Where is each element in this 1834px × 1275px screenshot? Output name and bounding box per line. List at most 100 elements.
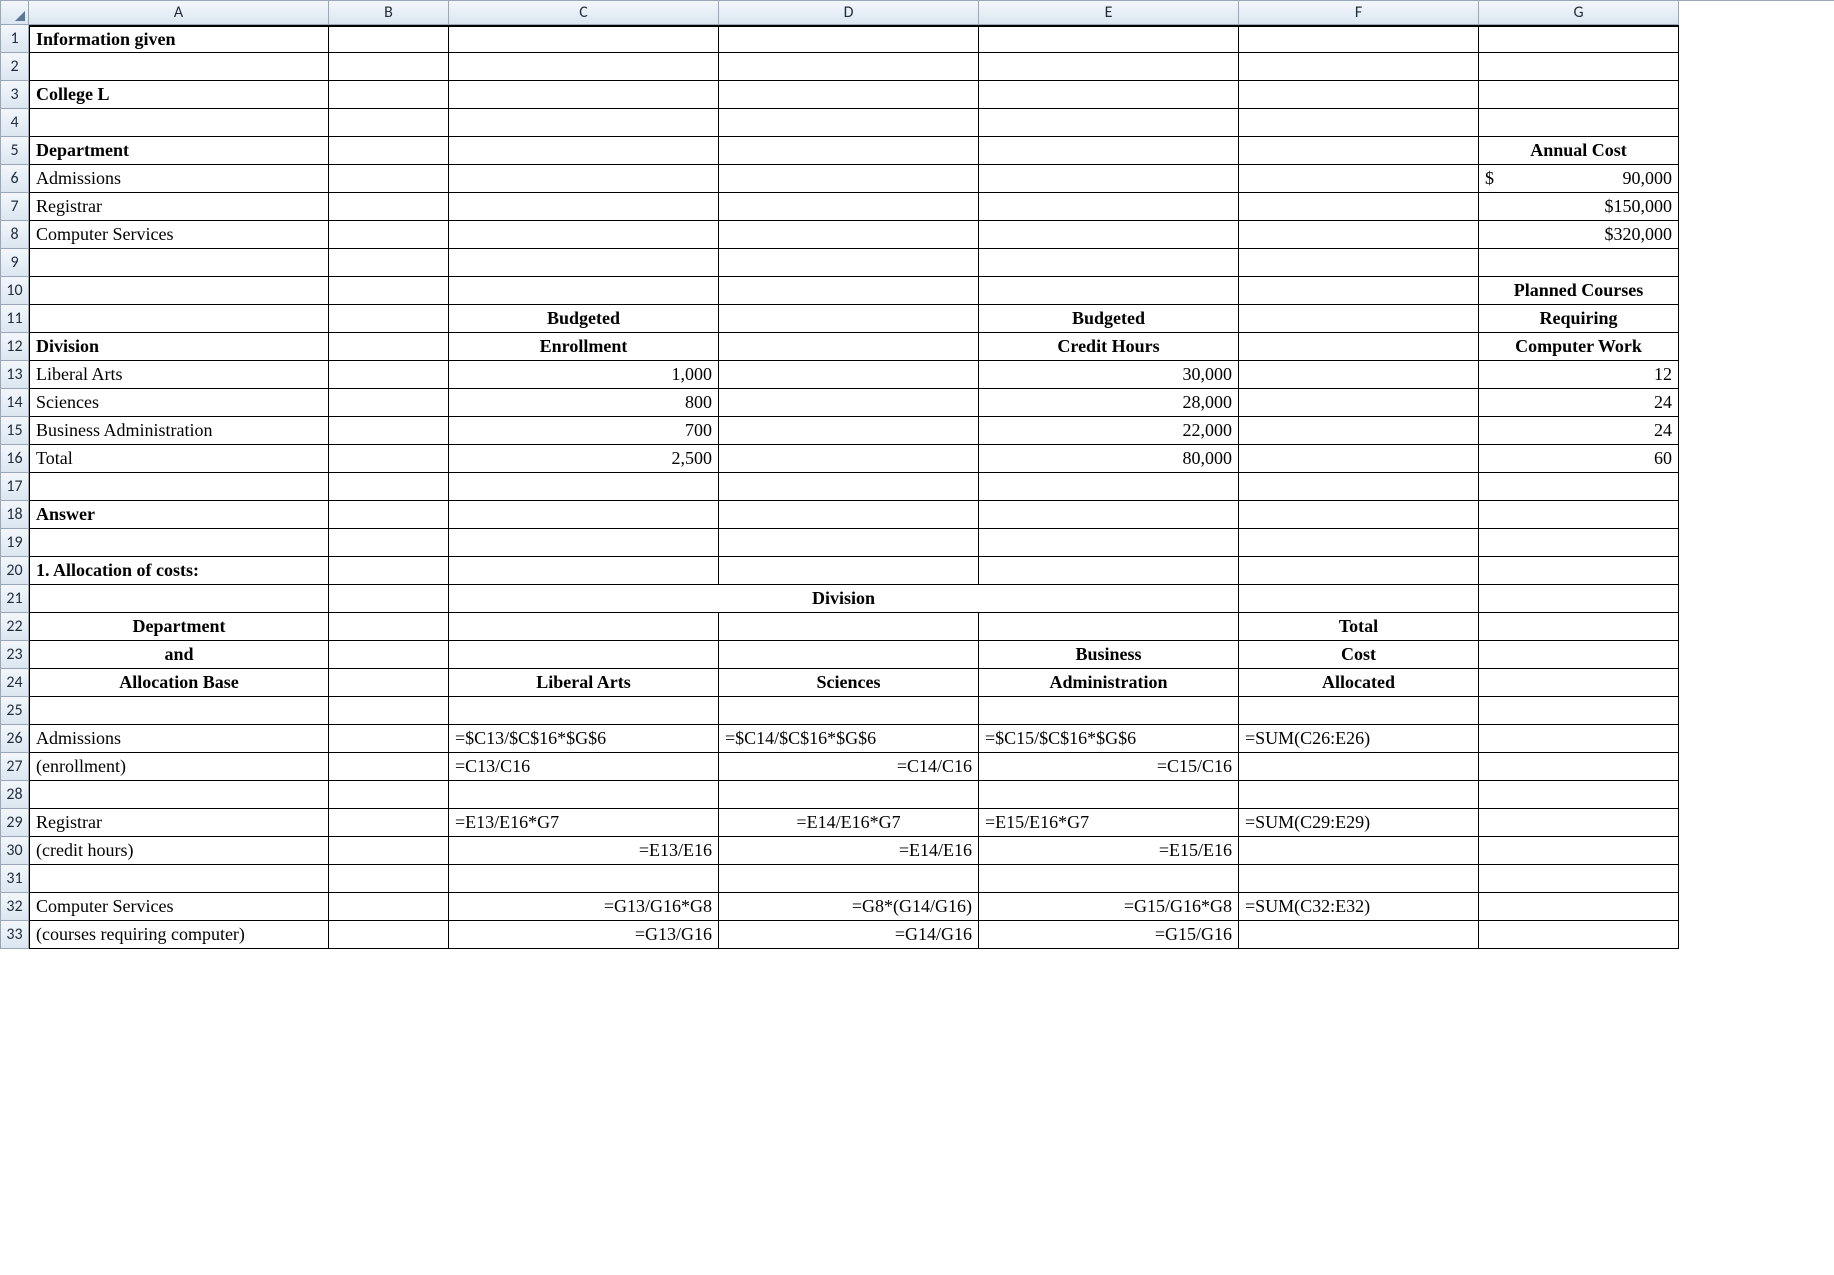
cell-A31[interactable] xyxy=(29,865,329,893)
row-header-27[interactable]: 27 xyxy=(1,753,29,781)
cell-C32[interactable]: =G13/G16*G8 xyxy=(449,893,719,921)
cell-C6[interactable] xyxy=(449,165,719,193)
cell-A10[interactable] xyxy=(29,277,329,305)
cell-A6[interactable]: Admissions xyxy=(29,165,329,193)
cell-F4[interactable] xyxy=(1239,109,1479,137)
cell-D24[interactable]: Sciences xyxy=(719,669,979,697)
cell-D10[interactable] xyxy=(719,277,979,305)
cell-B25[interactable] xyxy=(329,697,449,725)
cell-C9[interactable] xyxy=(449,249,719,277)
cell-F7[interactable] xyxy=(1239,193,1479,221)
cell-A13[interactable]: Liberal Arts xyxy=(29,361,329,389)
cell-G27[interactable] xyxy=(1479,753,1679,781)
cell-F19[interactable] xyxy=(1239,529,1479,557)
cell-F22[interactable]: Total xyxy=(1239,613,1479,641)
cell-A24[interactable]: Allocation Base xyxy=(29,669,329,697)
cell-F14[interactable] xyxy=(1239,389,1479,417)
cell-C15[interactable]: 700 xyxy=(449,417,719,445)
cell-G9[interactable] xyxy=(1479,249,1679,277)
cell-B29[interactable] xyxy=(329,809,449,837)
row-header-21[interactable]: 21 xyxy=(1,585,29,613)
row-header-33[interactable]: 33 xyxy=(1,921,29,949)
cell-G11[interactable]: Requiring xyxy=(1479,305,1679,333)
cell-D29[interactable]: =E14/E16*G7 xyxy=(719,809,979,837)
cell-D18[interactable] xyxy=(719,501,979,529)
cell-C27[interactable]: =C13/C16 xyxy=(449,753,719,781)
cell-E1[interactable] xyxy=(979,25,1239,53)
cell-B24[interactable] xyxy=(329,669,449,697)
select-all-corner[interactable] xyxy=(1,1,29,25)
row-header-25[interactable]: 25 xyxy=(1,697,29,725)
cell-F17[interactable] xyxy=(1239,473,1479,501)
row-header-31[interactable]: 31 xyxy=(1,865,29,893)
cell-G1[interactable] xyxy=(1479,25,1679,53)
row-header-11[interactable]: 11 xyxy=(1,305,29,333)
row-header-8[interactable]: 8 xyxy=(1,221,29,249)
cell-F9[interactable] xyxy=(1239,249,1479,277)
row-header-32[interactable]: 32 xyxy=(1,893,29,921)
cell-F12[interactable] xyxy=(1239,333,1479,361)
cell-E23[interactable]: Business xyxy=(979,641,1239,669)
cell-D13[interactable] xyxy=(719,361,979,389)
cell-A26[interactable]: Admissions xyxy=(29,725,329,753)
row-header-20[interactable]: 20 xyxy=(1,557,29,585)
cell-E6[interactable] xyxy=(979,165,1239,193)
spreadsheet-grid[interactable]: A B C D E F G 1 Information given 2 3 Co… xyxy=(0,0,1834,949)
row-header-29[interactable]: 29 xyxy=(1,809,29,837)
row-header-23[interactable]: 23 xyxy=(1,641,29,669)
cell-A11[interactable] xyxy=(29,305,329,333)
col-header-B[interactable]: B xyxy=(329,1,449,25)
cell-G30[interactable] xyxy=(1479,837,1679,865)
cell-D28[interactable] xyxy=(719,781,979,809)
cell-B26[interactable] xyxy=(329,725,449,753)
cell-F26[interactable]: =SUM(C26:E26) xyxy=(1239,725,1479,753)
row-header-16[interactable]: 16 xyxy=(1,445,29,473)
cell-D6[interactable] xyxy=(719,165,979,193)
cell-F31[interactable] xyxy=(1239,865,1479,893)
cell-E9[interactable] xyxy=(979,249,1239,277)
cell-C12[interactable]: Enrollment xyxy=(449,333,719,361)
cell-B11[interactable] xyxy=(329,305,449,333)
cell-A14[interactable]: Sciences xyxy=(29,389,329,417)
cell-D9[interactable] xyxy=(719,249,979,277)
cell-B28[interactable] xyxy=(329,781,449,809)
cell-D15[interactable] xyxy=(719,417,979,445)
cell-B20[interactable] xyxy=(329,557,449,585)
cell-C1[interactable] xyxy=(449,25,719,53)
cell-C8[interactable] xyxy=(449,221,719,249)
row-header-13[interactable]: 13 xyxy=(1,361,29,389)
cell-F29[interactable]: =SUM(C29:E29) xyxy=(1239,809,1479,837)
cell-G31[interactable] xyxy=(1479,865,1679,893)
row-header-2[interactable]: 2 xyxy=(1,53,29,81)
cell-G5[interactable]: Annual Cost xyxy=(1479,137,1679,165)
cell-G8[interactable]: $320,000 xyxy=(1479,221,1679,249)
cell-G16[interactable]: 60 xyxy=(1479,445,1679,473)
cell-A21[interactable] xyxy=(29,585,329,613)
cell-C31[interactable] xyxy=(449,865,719,893)
cell-F21[interactable] xyxy=(1239,585,1479,613)
cell-D22[interactable] xyxy=(719,613,979,641)
cell-C22[interactable] xyxy=(449,613,719,641)
cell-B12[interactable] xyxy=(329,333,449,361)
row-header-26[interactable]: 26 xyxy=(1,725,29,753)
cell-A9[interactable] xyxy=(29,249,329,277)
cell-F23[interactable]: Cost xyxy=(1239,641,1479,669)
cell-F2[interactable] xyxy=(1239,53,1479,81)
row-header-24[interactable]: 24 xyxy=(1,669,29,697)
cell-C30[interactable]: =E13/E16 xyxy=(449,837,719,865)
cell-G4[interactable] xyxy=(1479,109,1679,137)
cell-B4[interactable] xyxy=(329,109,449,137)
row-header-30[interactable]: 30 xyxy=(1,837,29,865)
cell-E33[interactable]: =G15/G16 xyxy=(979,921,1239,949)
cell-G6[interactable]: $ 90,000 xyxy=(1479,165,1679,193)
cell-E2[interactable] xyxy=(979,53,1239,81)
cell-F20[interactable] xyxy=(1239,557,1479,585)
row-header-18[interactable]: 18 xyxy=(1,501,29,529)
cell-G20[interactable] xyxy=(1479,557,1679,585)
cell-B32[interactable] xyxy=(329,893,449,921)
cell-E26[interactable]: =$C15/$C$16*$G$6 xyxy=(979,725,1239,753)
cell-C10[interactable] xyxy=(449,277,719,305)
cell-C20[interactable] xyxy=(449,557,719,585)
cell-A8[interactable]: Computer Services xyxy=(29,221,329,249)
cell-E8[interactable] xyxy=(979,221,1239,249)
